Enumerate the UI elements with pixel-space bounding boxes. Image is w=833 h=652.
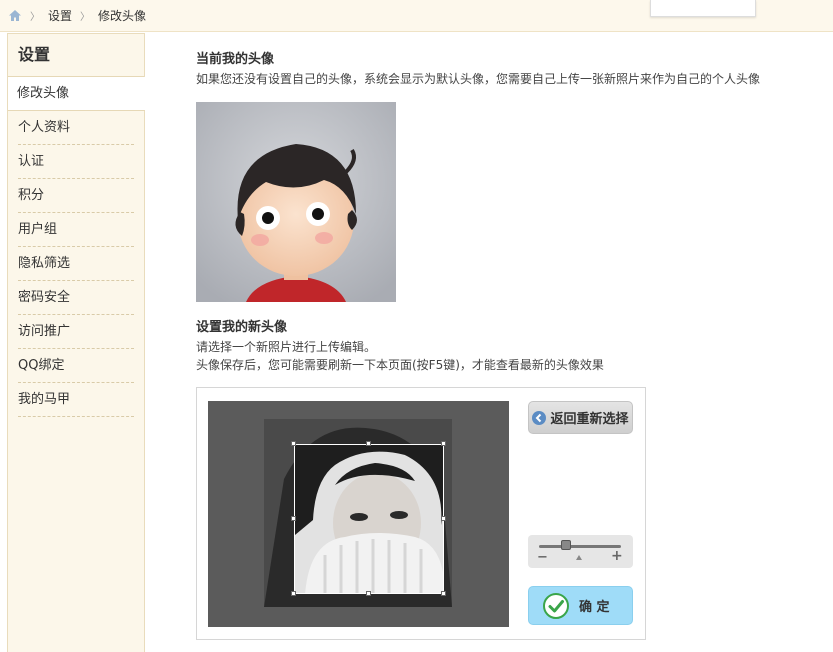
sidebar-item-avatar[interactable]: 修改头像: [8, 77, 145, 111]
sidebar-item-usergroup[interactable]: 用户组: [18, 213, 134, 247]
breadcrumb: 〉 设置 〉 修改头像: [8, 7, 146, 24]
settings-sidebar: 设置 修改头像 个人资料 认证 积分 用户组 隐私筛选 密码安全 访问推广 QQ…: [7, 33, 145, 652]
crop-handle-top-left[interactable]: [291, 441, 296, 446]
sidebar-item-verify[interactable]: 认证: [18, 145, 134, 179]
sidebar-item-credits[interactable]: 积分: [18, 179, 134, 213]
reselect-button-label: 返回重新选择: [550, 412, 629, 427]
chevron-left-icon: [532, 410, 547, 425]
breadcrumb-separator-icon: 〉: [30, 12, 40, 23]
zoom-out-icon[interactable]: −: [537, 550, 548, 565]
new-avatar-section: 设置我的新头像 请选择一个新照片进行上传编辑。 头像保存后，您可能需要刷新一下本…: [196, 318, 816, 374]
zoom-slider-track[interactable]: [539, 545, 621, 548]
current-avatar-title: 当前我的头像: [196, 52, 275, 67]
user-dropdown-panel: [650, 0, 756, 17]
sidebar-list: 个人资料 认证 积分 用户组 隐私筛选 密码安全 访问推广 QQ绑定 我的马甲: [18, 111, 134, 417]
zoom-in-icon[interactable]: +: [611, 548, 623, 564]
reselect-button[interactable]: 返回重新选择: [528, 401, 633, 434]
new-avatar-title: 设置我的新头像: [196, 320, 288, 335]
breadcrumb-item-settings[interactable]: 设置: [48, 7, 72, 24]
confirm-button[interactable]: 确 定: [528, 586, 633, 625]
new-avatar-desc-1: 请选择一个新照片进行上传编辑。: [196, 340, 377, 354]
zoom-slider[interactable]: − +: [528, 535, 633, 568]
sidebar-item-profile[interactable]: 个人资料: [18, 111, 134, 145]
avatar-editor: 返回重新选择 − + 确 定: [196, 387, 646, 640]
zoom-slider-thumb[interactable]: [560, 540, 571, 550]
crop-handle-mid-right[interactable]: [441, 516, 446, 521]
crop-handle-top-right[interactable]: [441, 441, 446, 446]
current-avatar-desc: 如果您还没有设置自己的头像，系统会显示为默认头像，您需要自己上传一张新照片来作为…: [196, 72, 761, 86]
current-avatar-section: 当前我的头像 如果您还没有设置自己的头像，系统会显示为默认头像，您需要自己上传一…: [196, 50, 816, 88]
confirm-button-label: 确 定: [579, 600, 610, 615]
sidebar-title: 设置: [8, 34, 144, 77]
sidebar-item-qq-bind[interactable]: QQ绑定: [18, 349, 134, 383]
crop-handle-bottom-right[interactable]: [441, 591, 446, 596]
crop-canvas[interactable]: [208, 401, 509, 627]
current-avatar-image: [196, 102, 396, 302]
new-avatar-desc-2: 头像保存后，您可能需要刷新一下本页面(按F5键)，才能查看最新的头像效果: [196, 358, 604, 372]
crop-handle-mid-left[interactable]: [291, 516, 296, 521]
crop-handle-bottom-mid[interactable]: [366, 591, 371, 596]
sidebar-item-alt-accounts[interactable]: 我的马甲: [18, 383, 134, 417]
sidebar-item-privacy[interactable]: 隐私筛选: [18, 247, 134, 281]
breadcrumb-item-current: 修改头像: [98, 9, 147, 23]
sidebar-item-promotion[interactable]: 访问推广: [18, 315, 134, 349]
crop-handle-bottom-left[interactable]: [291, 591, 296, 596]
top-bar: 〉 设置 〉 修改头像: [0, 0, 833, 32]
home-icon[interactable]: [8, 9, 22, 22]
zoom-center-marker-icon: [576, 555, 582, 560]
sidebar-item-password[interactable]: 密码安全: [18, 281, 134, 315]
crop-selection[interactable]: [294, 444, 444, 594]
check-circle-icon: [543, 592, 569, 619]
breadcrumb-separator-icon: 〉: [80, 12, 91, 23]
crop-handle-top-mid[interactable]: [366, 441, 371, 446]
